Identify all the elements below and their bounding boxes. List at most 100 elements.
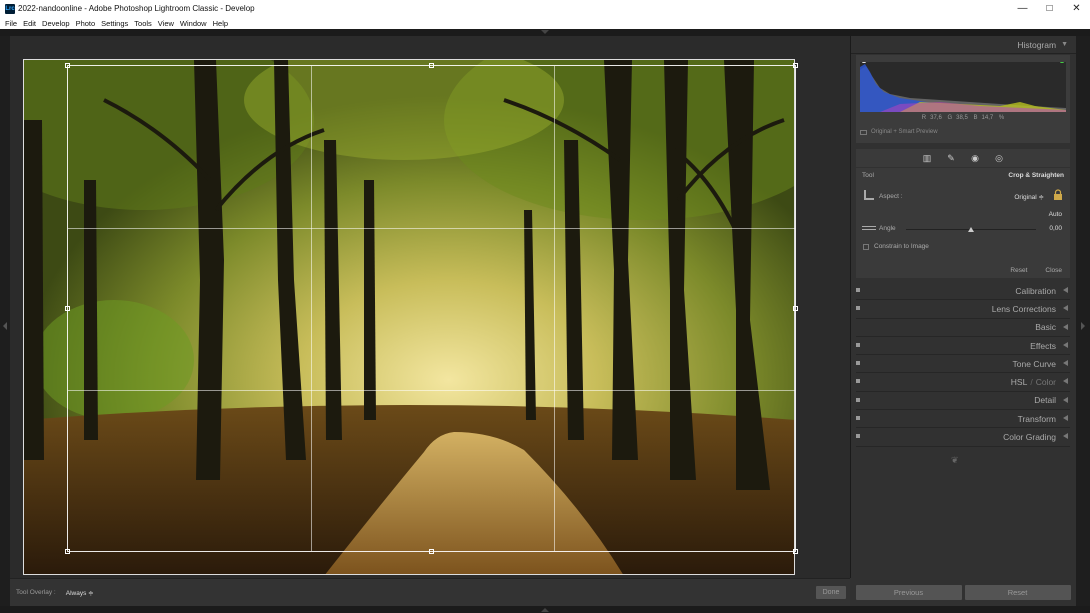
auto-button[interactable]: Auto	[1049, 211, 1062, 218]
angle-value[interactable]: 0,00	[1049, 225, 1062, 232]
menu-edit[interactable]: Edit	[23, 19, 36, 28]
panel-switch[interactable]	[856, 379, 860, 384]
constrain-checkbox[interactable]	[863, 243, 869, 250]
r-value: 37,6	[930, 115, 942, 121]
menu-develop[interactable]: Develop	[42, 19, 70, 28]
crop-grid-line	[554, 66, 555, 551]
panel-switch[interactable]	[856, 361, 860, 366]
menu-tools[interactable]: Tools	[134, 19, 152, 28]
reset-button[interactable]: Reset	[964, 584, 1071, 600]
histogram-header[interactable]: Histogram ▼	[851, 36, 1076, 54]
angle-slider[interactable]	[906, 227, 1036, 232]
panel-switch[interactable]	[856, 342, 860, 347]
crop-grid-line	[68, 390, 795, 391]
b-label: B	[973, 115, 978, 121]
angle-slider-thumb[interactable]	[968, 227, 974, 232]
panel-tone-curve[interactable]: Tone Curve	[856, 355, 1070, 374]
g-label: G	[947, 115, 953, 121]
crop-frame-icon[interactable]	[864, 190, 874, 200]
expand-arrow-icon	[1063, 287, 1068, 293]
panel-label-color[interactable]: Color	[1036, 377, 1056, 387]
maximize-icon: □	[1046, 3, 1053, 14]
bottom-button-bar: Previous Reset	[850, 578, 1076, 606]
panel-basic[interactable]: Basic	[856, 319, 1070, 337]
panel-label: Effects	[1030, 340, 1056, 351]
panel-color-grading[interactable]: Color Grading	[856, 428, 1070, 447]
top-panel-toggle[interactable]	[0, 29, 1090, 36]
panel-switch[interactable]	[856, 416, 860, 421]
left-panel-toggle[interactable]	[0, 36, 10, 606]
aspect-select[interactable]: Original ≑	[1014, 193, 1044, 201]
expand-arrow-icon	[1063, 360, 1068, 367]
right-panel-toggle[interactable]	[1076, 36, 1090, 606]
lightroom-app-icon: Lrc	[5, 3, 15, 14]
panel-transform[interactable]: Transform	[856, 410, 1070, 429]
expand-arrow-icon	[1063, 341, 1068, 348]
masking-tool-icon[interactable]: ◎	[994, 153, 1004, 163]
menu-view[interactable]: View	[158, 19, 174, 28]
panel-lens-corrections[interactable]: Lens Corrections	[856, 300, 1070, 319]
panel-label: Transform	[1017, 413, 1056, 424]
minimize-icon: —	[1017, 3, 1028, 14]
smart-preview-icon	[860, 129, 867, 135]
crop-handle-bottom-right[interactable]	[793, 549, 798, 554]
crop-grid-line	[68, 228, 795, 229]
crop-handle-bottom-left[interactable]	[65, 549, 70, 554]
panel-switch[interactable]	[856, 397, 860, 402]
menu-window[interactable]: Window	[180, 19, 207, 28]
panel-label: Lens Corrections	[991, 303, 1056, 314]
right-panel: Histogram ▼ R37,6 G38,5 B14,7 % Origi	[850, 36, 1076, 606]
crop-reset-button[interactable]: Reset	[1010, 267, 1027, 274]
crop-handle-left[interactable]	[65, 306, 70, 311]
expand-arrow-icon	[1063, 415, 1068, 422]
panel-label: HSL	[1010, 377, 1028, 388]
crop-handle-top-right[interactable]	[793, 63, 798, 68]
panel-switch[interactable]	[856, 306, 860, 311]
crop-grid-line	[311, 66, 312, 551]
panel-calibration[interactable]: Calibration	[856, 282, 1070, 301]
panel-switch[interactable]	[856, 434, 860, 439]
filmstrip-toggle[interactable]	[0, 606, 1090, 613]
tool-overlay-select[interactable]: Always ≑	[66, 589, 94, 597]
histogram: R 37,6 G 38,5 B 14,7 % Original + Smart Pre…	[856, 55, 1070, 143]
menu-file[interactable]: File	[5, 19, 17, 28]
lock-icon[interactable]	[1053, 189, 1063, 201]
expand-bottom-icon	[541, 608, 549, 612]
develop-toolbar: Tool Overlay : Always ≑ Done	[10, 578, 850, 606]
panel-list: Calibration Lens Corrections Basic Effec…	[856, 282, 1070, 477]
done-button[interactable]: Done	[816, 586, 846, 599]
title-bar: Lrc 2022-nandoonline - Adobe Photoshop L…	[0, 0, 1090, 17]
crop-handle-right[interactable]	[793, 306, 798, 311]
expand-arrow-icon	[1063, 433, 1068, 440]
menu-photo[interactable]: Photo	[76, 19, 96, 28]
straighten-tool-icon[interactable]	[862, 226, 876, 230]
menu-settings[interactable]: Settings	[101, 19, 128, 28]
crop-tool-icon[interactable]: ▥	[922, 153, 932, 163]
crop-handle-top[interactable]	[429, 63, 434, 68]
aspect-label: Aspect :	[879, 193, 903, 200]
panel-label: Calibration	[1015, 285, 1056, 296]
red-eye-tool-icon[interactable]: ◉	[970, 153, 980, 163]
panel-effects[interactable]: Effects	[856, 337, 1070, 356]
crop-handle-top-left[interactable]	[65, 63, 70, 68]
healing-tool-icon[interactable]: ✎	[946, 153, 956, 163]
panel-label: Tone Curve	[1012, 358, 1056, 369]
crop-frame[interactable]	[65, 63, 798, 554]
previous-button[interactable]: Previous	[855, 584, 962, 600]
g-value: 38,5	[956, 115, 968, 121]
preview-label: Original + Smart Preview	[871, 129, 938, 135]
minimize-button[interactable]: —	[1009, 0, 1036, 17]
crop-handle-bottom[interactable]	[429, 549, 434, 554]
close-button[interactable]: ✕	[1063, 0, 1090, 17]
panel-hsl-color[interactable]: HSL / Color	[856, 373, 1070, 392]
panel-switch[interactable]	[856, 288, 860, 292]
menu-help[interactable]: Help	[213, 19, 228, 28]
tool-name: Crop & Straighten	[1008, 172, 1064, 179]
panel-detail[interactable]: Detail	[856, 392, 1070, 411]
expand-arrow-icon	[1063, 323, 1068, 330]
crop-close-button[interactable]: Close	[1045, 267, 1062, 274]
panel-end-ornament-icon: ❦	[951, 454, 959, 465]
panel-label: Color Grading	[1003, 432, 1056, 443]
panel-label: Detail	[1034, 395, 1056, 406]
maximize-button[interactable]: □	[1036, 0, 1063, 17]
